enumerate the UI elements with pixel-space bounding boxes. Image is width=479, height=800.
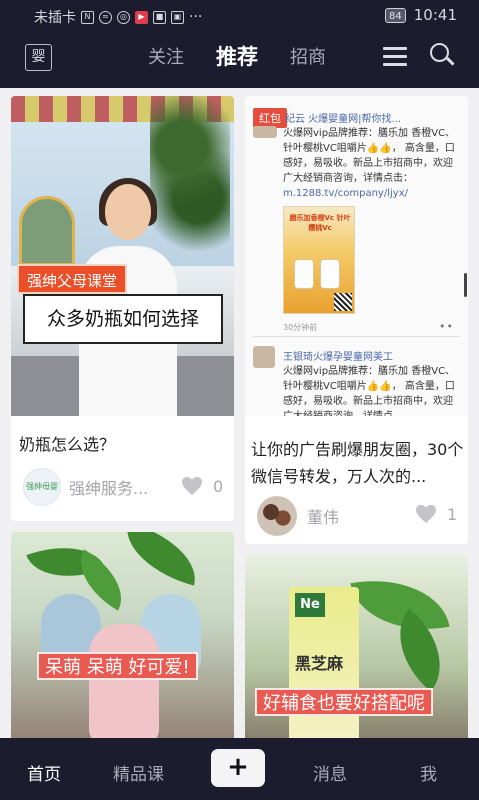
bottom-navigation: 首页 精品课 + 消息 我 bbox=[0, 740, 479, 800]
heart-icon bbox=[416, 504, 436, 524]
post-text: 火爆网vip品牌推荐：膳乐加 香橙VC、针叶樱桃VC咀嚼片👍👍， 高含量，口感好… bbox=[283, 128, 456, 199]
like-count: 1 bbox=[447, 504, 458, 524]
post-header: 王银琦火爆孕婴童网美工 bbox=[283, 352, 393, 363]
menu-icon[interactable] bbox=[383, 45, 407, 67]
like-button[interactable]: 0 bbox=[181, 476, 223, 496]
feed-card-cute-bottles[interactable]: 呆萌 呆萌 好可爱! bbox=[11, 532, 234, 738]
card-cover-image[interactable]: Ne 黑芝麻 好辅食也要好搭配呢 bbox=[245, 555, 468, 738]
feed[interactable]: 强绅父母课堂 众多奶瓶如何选择 奶瓶怎么选？ 强绅母婴 强绅服务... 0 红包… bbox=[0, 88, 479, 738]
author-name[interactable]: 董伟 bbox=[307, 504, 339, 528]
like-count: 0 bbox=[213, 476, 224, 496]
card-cover-image[interactable]: 强绅父母课堂 众多奶瓶如何选择 bbox=[11, 96, 234, 416]
feed-card-ad-forward[interactable]: 红包 纪云 火爆婴童网|帮你找... 火爆网vip品牌推荐：膳乐加 香橙VC、针… bbox=[245, 96, 468, 544]
wifi-icon: ≈ bbox=[99, 10, 112, 24]
heart-icon bbox=[182, 476, 202, 496]
tab-investment[interactable]: 招商 bbox=[290, 43, 326, 69]
like-button[interactable]: 1 bbox=[415, 504, 457, 524]
status-left: 未插卡 N ≈ ◎ ▶ ■ ▣ ··· bbox=[34, 7, 202, 27]
card-author[interactable]: 董伟 bbox=[257, 496, 339, 536]
tab-follow[interactable]: 关注 bbox=[148, 43, 184, 69]
app-notification-icon: ■ bbox=[153, 10, 166, 24]
search-icon[interactable] bbox=[430, 43, 455, 69]
product-image: 膳乐加香橙Vc 针叶樱桃Vc bbox=[283, 206, 355, 314]
top-navigation: 婴 关注 推荐 招商 bbox=[0, 32, 479, 84]
carrier-text: 未插卡 bbox=[34, 10, 76, 26]
battery-icon: 84 bbox=[385, 7, 406, 23]
card-cover-image[interactable]: 呆萌 呆萌 好可爱! bbox=[11, 532, 234, 738]
author-name[interactable]: 强绅服务... bbox=[69, 475, 148, 499]
avatar[interactable]: 强绅母婴 bbox=[23, 468, 61, 506]
nav-messages[interactable]: 消息 bbox=[313, 760, 347, 785]
post-text: 火爆网vip品牌推荐：膳乐加 香橙VC、针叶樱桃VC咀嚼片👍👍， 高含量，口感好… bbox=[283, 366, 456, 416]
card-cover-image[interactable]: 红包 纪云 火爆婴童网|帮你找... 火爆网vip品牌推荐：膳乐加 香橙VC、针… bbox=[245, 96, 468, 416]
gallery-notification-icon: ▣ bbox=[171, 10, 184, 24]
cover-tag: 好辅食也要好搭配呢 bbox=[255, 688, 433, 716]
app-logo-icon[interactable]: 婴 bbox=[25, 44, 52, 71]
nav-premium-courses[interactable]: 精品课 bbox=[113, 760, 164, 785]
more-notifications-icon: ··· bbox=[189, 9, 203, 25]
post-time: 30分钟前 bbox=[283, 323, 318, 332]
sim-icon: N bbox=[81, 10, 94, 24]
nav-home[interactable]: 首页 bbox=[27, 760, 61, 785]
more-dots-icon: •• bbox=[439, 320, 454, 333]
nav-me[interactable]: 我 bbox=[420, 760, 437, 785]
add-post-button[interactable]: + bbox=[211, 749, 265, 787]
cover-tag: 呆萌 呆萌 好可爱! bbox=[37, 652, 198, 680]
scrollbar[interactable] bbox=[464, 273, 467, 297]
card-title[interactable]: 让你的广告刷爆朋友圈，30个微信号转发，万人次的... bbox=[251, 436, 465, 490]
feed-card-baby-food[interactable]: Ne 黑芝麻 好辅食也要好搭配呢 bbox=[245, 555, 468, 738]
browser-icon: ◎ bbox=[117, 10, 130, 24]
card-title[interactable]: 奶瓶怎么选？ bbox=[19, 431, 115, 455]
status-bar: 未插卡 N ≈ ◎ ▶ ■ ▣ ··· 84 10:41 bbox=[0, 0, 479, 32]
feed-card-bottle-guide[interactable]: 强绅父母课堂 众多奶瓶如何选择 奶瓶怎么选？ 强绅母婴 强绅服务... 0 bbox=[11, 96, 234, 521]
tab-recommend[interactable]: 推荐 bbox=[216, 41, 258, 71]
red-packet-badge: 红包 bbox=[253, 108, 287, 128]
post-header: 纪云 火爆婴童网|帮你找... bbox=[285, 114, 402, 125]
cover-tag: 强绅父母课堂 bbox=[17, 264, 128, 294]
cover-caption: 众多奶瓶如何选择 bbox=[23, 294, 223, 344]
brand-logo: Ne bbox=[295, 593, 325, 617]
qr-code-icon bbox=[334, 293, 352, 311]
avatar[interactable] bbox=[257, 496, 297, 536]
status-right: 84 10:41 bbox=[385, 6, 457, 24]
clock: 10:41 bbox=[413, 6, 457, 24]
card-author[interactable]: 强绅母婴 强绅服务... bbox=[23, 468, 148, 506]
poster-avatar bbox=[253, 346, 275, 368]
video-app-icon: ▶ bbox=[135, 10, 148, 24]
poster-avatar bbox=[253, 126, 277, 138]
